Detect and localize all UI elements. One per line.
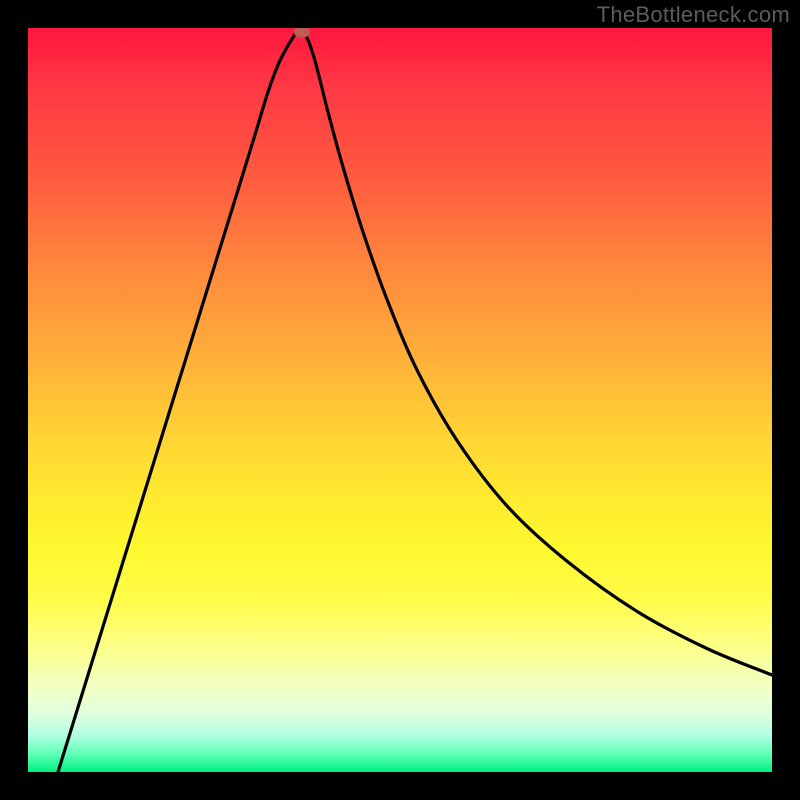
plot-area	[28, 28, 772, 772]
chart-frame: TheBottleneck.com	[0, 0, 800, 800]
bottleneck-marker	[294, 28, 310, 38]
watermark-text: TheBottleneck.com	[597, 2, 790, 28]
bottleneck-curve	[28, 28, 772, 772]
